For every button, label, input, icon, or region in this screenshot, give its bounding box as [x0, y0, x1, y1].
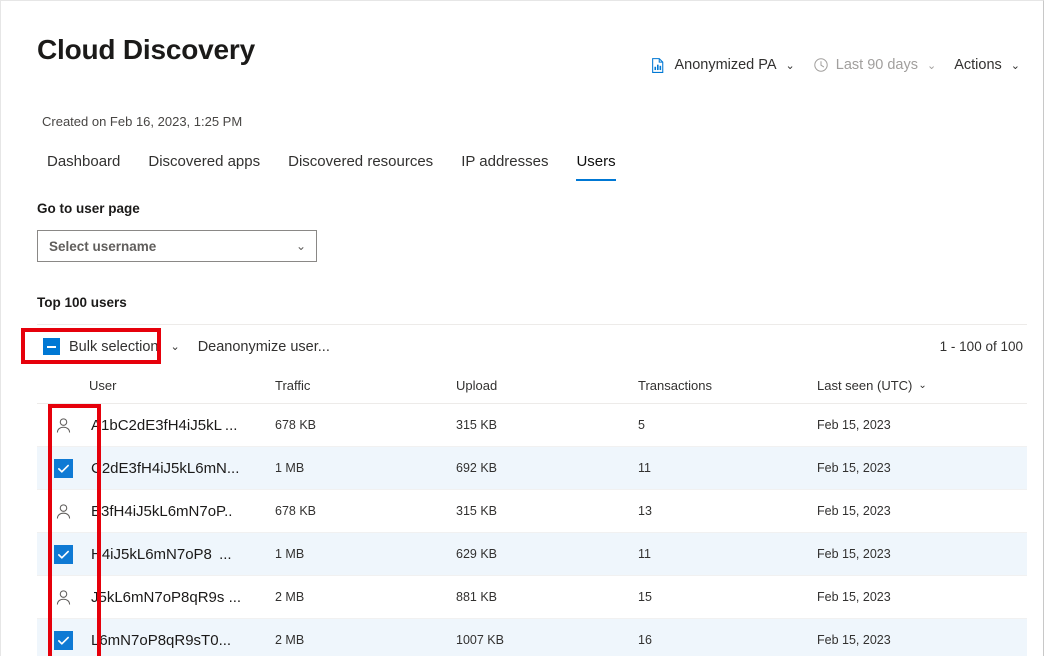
column-header-transactions[interactable]: Transactions [638, 378, 817, 393]
table-header-row: User Traffic Upload Transactions Last se… [37, 368, 1027, 404]
timeframe-selector-label: Last 90 days [836, 57, 918, 73]
tab-ip-addresses[interactable]: IP addresses [447, 153, 562, 181]
actions-menu-button[interactable]: Actions ⌄ [945, 54, 1029, 76]
column-header-upload[interactable]: Upload [456, 378, 638, 393]
person-icon[interactable] [54, 502, 73, 521]
cell-user[interactable]: J5kL6mN7oP8qR9s ... [89, 589, 275, 606]
row-select-cell[interactable] [37, 619, 89, 656]
username-select-value: Select username [49, 239, 156, 254]
cell-upload: 315 KB [456, 418, 638, 432]
cell-upload: 692 KB [456, 461, 638, 475]
row-select-cell[interactable] [37, 576, 89, 618]
table-row[interactable]: H4iJ5kL6mN7oP8 ... 1 MB 629 KB 11 Feb 15… [37, 533, 1027, 576]
created-on-text: Created on Feb 16, 2023, 1:25 PM [42, 114, 242, 129]
report-chart-icon [650, 57, 667, 74]
cell-last-seen: Feb 15, 2023 [817, 418, 1027, 432]
cell-traffic: 1 MB [275, 461, 456, 475]
report-selector-button[interactable]: Anonymized PA ⌄ [641, 54, 803, 77]
cell-last-seen: Feb 15, 2023 [817, 633, 1027, 647]
cell-traffic: 678 KB [275, 418, 456, 432]
cell-transactions: 11 [638, 461, 817, 475]
column-header-user[interactable]: User [89, 378, 275, 393]
username-select[interactable]: Select username ⌄ [37, 230, 317, 262]
actions-menu-label: Actions [954, 57, 1002, 73]
checkbox-indeterminate-icon[interactable] [43, 338, 60, 355]
table-row[interactable]: C2dE3fH4iJ5kL6mN... 1 MB 692 KB 11 Feb 1… [37, 447, 1027, 490]
cell-traffic: 1 MB [275, 547, 456, 561]
table-row[interactable]: E3fH4iJ5kL6mN7oP.. 678 KB 315 KB 13 Feb … [37, 490, 1027, 533]
bulk-selection-button[interactable]: Bulk selection [37, 334, 164, 359]
cell-transactions: 13 [638, 504, 817, 518]
cell-last-seen: Feb 15, 2023 [817, 461, 1027, 475]
column-header-traffic[interactable]: Traffic [275, 378, 456, 393]
checkbox-checked-icon[interactable] [54, 545, 73, 564]
report-selector-label: Anonymized PA [674, 57, 776, 73]
deanonymize-user-button[interactable]: Deanonymize user... [198, 339, 330, 355]
row-select-cell[interactable] [37, 447, 89, 489]
cell-last-seen: Feb 15, 2023 [817, 590, 1027, 604]
cell-user[interactable]: L6mN7oP8qR9sT0... [89, 632, 275, 649]
table-row[interactable]: A1bC2dE3fH4iJ5kL ... 678 KB 315 KB 5 Feb… [37, 404, 1027, 447]
tab-discovered-apps[interactable]: Discovered apps [134, 153, 274, 181]
checkbox-checked-icon[interactable] [54, 459, 73, 478]
checkbox-checked-icon[interactable] [54, 631, 73, 650]
sort-chevron-down-icon: ⌄ [918, 380, 926, 391]
cell-user[interactable]: E3fH4iJ5kL6mN7oP.. [89, 503, 275, 520]
chevron-down-icon: ⌄ [927, 59, 936, 72]
timeframe-selector-button[interactable]: Last 90 days ⌄ [804, 54, 945, 76]
cell-traffic: 2 MB [275, 633, 456, 647]
toolbar-left-group: Bulk selection ⌄ Deanonymize user... [37, 334, 330, 359]
list-title: Top 100 users [37, 295, 127, 310]
row-select-cell[interactable] [37, 533, 89, 575]
row-select-cell[interactable] [37, 404, 89, 446]
row-select-cell[interactable] [37, 490, 89, 532]
cell-user[interactable]: A1bC2dE3fH4iJ5kL ... [89, 417, 275, 434]
cell-upload: 315 KB [456, 504, 638, 518]
tab-dashboard[interactable]: Dashboard [41, 153, 134, 181]
page-title: Cloud Discovery [37, 34, 255, 66]
cell-last-seen: Feb 15, 2023 [817, 547, 1027, 561]
cell-traffic: 678 KB [275, 504, 456, 518]
tab-bar: Dashboard Discovered apps Discovered res… [41, 153, 630, 181]
header-actions-bar: Anonymized PA ⌄ Last 90 days ⌄ Actions ⌄ [641, 51, 1029, 79]
column-header-last-seen-label: Last seen (UTC) [817, 378, 912, 393]
chevron-down-icon: ⌄ [1011, 59, 1020, 72]
tab-users[interactable]: Users [562, 153, 629, 181]
cell-upload: 629 KB [456, 547, 638, 561]
bulk-selection-label: Bulk selection [69, 339, 158, 355]
cell-traffic: 2 MB [275, 590, 456, 604]
chevron-down-icon: ⌄ [296, 239, 306, 253]
cell-transactions: 11 [638, 547, 817, 561]
bulk-selection-chevron-down-icon[interactable]: ⌄ [164, 340, 189, 353]
pagination-count: 1 - 100 of 100 [940, 339, 1027, 354]
cell-transactions: 15 [638, 590, 817, 604]
cell-upload: 881 KB [456, 590, 638, 604]
chevron-down-icon: ⌄ [786, 59, 795, 72]
cell-last-seen: Feb 15, 2023 [817, 504, 1027, 518]
cell-upload: 1007 KB [456, 633, 638, 647]
cell-transactions: 5 [638, 418, 817, 432]
person-icon[interactable] [54, 588, 73, 607]
go-to-user-page-label: Go to user page [37, 201, 140, 216]
cloud-discovery-page: Cloud Discovery Anonymized PA ⌄ [0, 0, 1044, 656]
clock-icon [813, 57, 829, 73]
table-row[interactable]: J5kL6mN7oP8qR9s ... 2 MB 881 KB 15 Feb 1… [37, 576, 1027, 619]
cell-transactions: 16 [638, 633, 817, 647]
cell-user[interactable]: H4iJ5kL6mN7oP8 ... [89, 546, 275, 563]
list-toolbar: Bulk selection ⌄ Deanonymize user... 1 -… [37, 324, 1027, 368]
person-icon[interactable] [54, 416, 73, 435]
tab-discovered-resources[interactable]: Discovered resources [274, 153, 447, 181]
page-header: Cloud Discovery Anonymized PA ⌄ [1, 1, 1043, 93]
cell-user[interactable]: C2dE3fH4iJ5kL6mN... [89, 460, 275, 477]
users-table: User Traffic Upload Transactions Last se… [37, 368, 1027, 656]
column-header-last-seen[interactable]: Last seen (UTC) ⌄ [817, 378, 1027, 393]
table-row[interactable]: L6mN7oP8qR9sT0... 2 MB 1007 KB 16 Feb 15… [37, 619, 1027, 656]
